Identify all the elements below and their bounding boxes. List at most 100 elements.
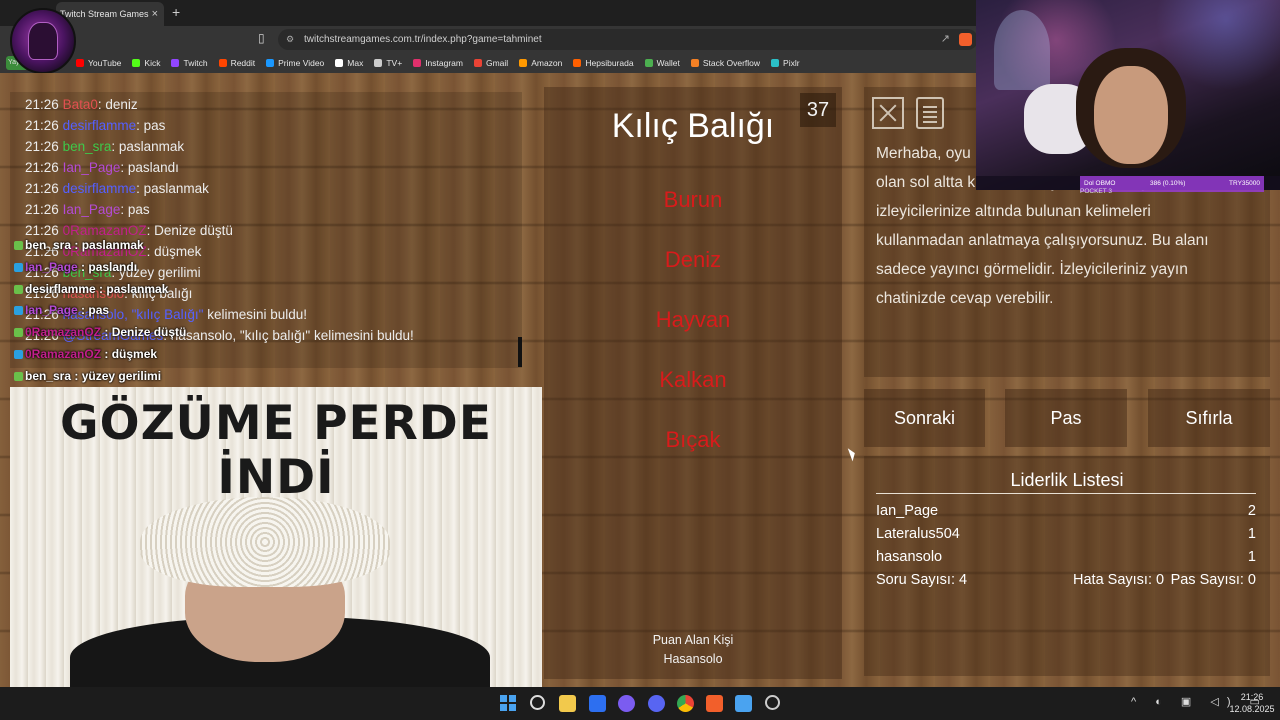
new-tab-button[interactable]: + (172, 4, 180, 20)
bookmark-favicon-icon (76, 59, 84, 67)
windows-start-icon[interactable] (500, 695, 517, 712)
bookmark-favicon-icon (171, 59, 180, 67)
taskbar: ^ ◐ ▣ ◁) ▭ 21:26 12.08.2025 (0, 687, 1280, 720)
discord-icon[interactable] (648, 695, 665, 712)
bookmark-item[interactable]: Gmail (473, 58, 509, 68)
store-icon[interactable] (589, 695, 606, 712)
bookmark-label: TV+ (386, 58, 403, 68)
notes-icon[interactable] (916, 97, 944, 129)
bookmark-item[interactable]: Wallet (644, 58, 680, 68)
chat-message: 21:26 desirflamme: pas (25, 118, 165, 133)
word-card: 37 Kılıç Balığı Burun Deniz Hayvan Kalka… (544, 87, 842, 679)
overlay-username: desirflamme (25, 282, 96, 296)
bookmark-favicon-icon (519, 59, 528, 67)
chat-username[interactable]: Bata0 (63, 97, 98, 112)
chat-text: : düşmek (146, 244, 202, 259)
file-explorer-icon[interactable] (559, 695, 576, 712)
overlay-text: : Denize düştü (101, 325, 187, 339)
chat-text: : paslandı (120, 160, 179, 175)
bookmark-icon[interactable]: ▯ (258, 31, 265, 45)
bookmark-label: YouTube (88, 58, 122, 68)
bookmark-label: Max (347, 58, 364, 68)
bookmark-favicon-icon (374, 59, 383, 67)
overlay-text: : paslandı (77, 260, 138, 274)
bookmark-label: Wallet (656, 58, 680, 68)
overlay-username: Ian_Page (25, 260, 78, 274)
chat-timestamp: 21:26 (25, 181, 59, 196)
leaderboard-title: Liderlik Listesi (1010, 470, 1124, 490)
channel-avatar (10, 8, 76, 74)
chat-badge-icon (14, 372, 23, 381)
overlay-chat-message: 0RamazanOZ : Denize düştü (14, 325, 186, 339)
chat-text: kelimesini buldu! (203, 307, 308, 322)
overlay-chat-message: Ian_Page : pas (14, 303, 109, 317)
browser-tab[interactable]: Twitch Stream Games × (56, 2, 164, 26)
overlay-text: : düşmek (101, 347, 158, 361)
bookmark-item[interactable]: Instagram (413, 58, 463, 68)
pass-button[interactable]: Pas (1005, 389, 1127, 447)
bookmark-label: Instagram (425, 58, 463, 68)
scorer-name: Hasansolo (663, 652, 723, 666)
brave-icon[interactable] (706, 695, 723, 712)
chat-scrollbar[interactable] (518, 337, 522, 367)
chat-text: : deniz (97, 97, 138, 112)
search-icon[interactable] (530, 695, 545, 710)
bookmark-item[interactable]: Pixlr (771, 58, 800, 68)
fullscreen-icon[interactable] (872, 97, 904, 129)
overlay-username: ben_sra (25, 238, 72, 252)
site-info-icon[interactable]: ⚙ (286, 29, 294, 50)
meme-caption: GÖZÜME PERDE İNDİ (60, 396, 492, 505)
bookmark-item[interactable]: Hepsiburada (573, 58, 634, 68)
share-icon[interactable]: ↗ (941, 29, 950, 50)
bookmark-item[interactable]: TV+ (374, 58, 402, 68)
bookmark-item[interactable]: Prime Video (266, 58, 324, 68)
reset-button[interactable]: Sıfırla (1148, 389, 1270, 447)
tab-close-icon[interactable]: × (152, 2, 158, 26)
bookmark-item[interactable]: Reddit (218, 58, 255, 68)
url-bar[interactable]: ⚙ twitchstreamgames.com.tr/index.php?gam… (278, 29, 978, 50)
bookmark-label: Gmail (485, 58, 509, 68)
bookmark-item[interactable]: Stack Overflow (690, 58, 760, 68)
next-button[interactable]: Sonraki (864, 389, 985, 447)
overlay-text: : paslanmak (95, 282, 169, 296)
chat-text: : paslanmak (111, 139, 185, 154)
bookmark-label: Kick (144, 58, 161, 68)
chat-message: 21:26 desirflamme: paslanmak (25, 181, 209, 196)
error-count: Hata Sayısı: 0 (1073, 572, 1165, 588)
chat-username[interactable]: Ian_Page (63, 202, 121, 217)
bookmark-item[interactable]: Amazon (519, 58, 562, 68)
chat-text: : hasansolo, "kılıç balığı" kelimesini b… (163, 328, 414, 343)
leaderboard-row: Lateralus504 1 (876, 526, 1256, 542)
overlay-chat-message: Ian_Page : paslandı (14, 260, 137, 274)
chat-username[interactable]: desirflamme (63, 181, 137, 196)
taskbar-clock[interactable]: 21:26 12.08.2025 (1226, 691, 1278, 715)
brave-shields-icon[interactable] (959, 33, 972, 46)
bookmark-label: Pixlr (783, 58, 800, 68)
leaderboard-row: hasansolo 1 (876, 549, 1256, 565)
bookmark-item[interactable]: Max (335, 58, 363, 68)
chat-username[interactable]: Ian_Page (63, 160, 121, 175)
bookmark-item[interactable]: Twitch (171, 58, 208, 68)
chat-username[interactable]: ben_sra (63, 139, 112, 154)
chat-username[interactable]: desirflamme (63, 118, 137, 133)
app-icon[interactable] (735, 695, 752, 712)
bookmark-label: Twitch (183, 58, 208, 68)
chat-badge-icon (14, 306, 23, 315)
chat-username[interactable]: 0RamazanOZ (63, 223, 147, 238)
url-text: twitchstreamgames.com.tr/index.php?game=… (304, 34, 542, 45)
overlay-username: ben_sra (25, 369, 72, 383)
leaderboard: Liderlik Listesi Ian_Page 2 Lateralus504 1… (864, 456, 1270, 676)
app-icon[interactable] (618, 695, 635, 712)
bookmark-item[interactable]: YouTube (76, 58, 121, 68)
forbidden-word: Kalkan (659, 367, 727, 392)
chat-message: 21:26 ben_sra: paslanmak (25, 139, 184, 154)
overlay-chat-message: ben_sra : yüzey gerilimi (14, 369, 161, 383)
app-icon[interactable] (765, 695, 780, 710)
bookmark-item[interactable]: Kick (132, 58, 160, 68)
bookmark-favicon-icon (573, 59, 582, 67)
forbidden-word: Burun (663, 187, 723, 212)
chrome-icon[interactable] (677, 695, 694, 712)
bookmark-favicon-icon (132, 59, 141, 67)
scorer-label: Puan Alan Kişi (652, 633, 734, 647)
divider (876, 493, 1256, 494)
